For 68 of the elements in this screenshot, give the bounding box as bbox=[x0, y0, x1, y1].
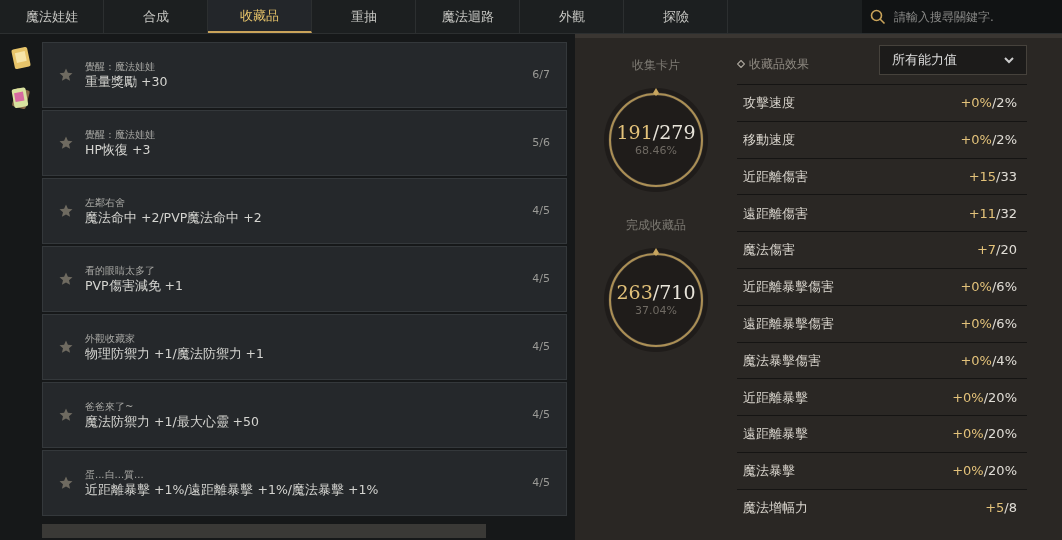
collection-card[interactable]: 爸爸來了~ 魔法防禦力 +1/最大心靈 +50 4/5 bbox=[42, 382, 567, 448]
stat-value: +0%/20% bbox=[952, 425, 1017, 444]
collection-title: 覺醒 : 魔法娃娃 bbox=[85, 60, 156, 74]
stat-name: 攻擊速度 bbox=[743, 94, 795, 113]
stat-name: 魔法傷害 bbox=[743, 241, 795, 260]
stat-name: 遠距離暴擊傷害 bbox=[743, 314, 834, 333]
stat-name: 魔法暴擊 bbox=[743, 462, 795, 481]
stat-name: 遠距離暴擊 bbox=[743, 425, 808, 444]
stat-name: 魔法暴擊傷害 bbox=[743, 351, 821, 370]
collection-effect: 近距離暴擊 +1%/遠距離暴擊 +1%/魔法暴擊 +1% bbox=[85, 482, 380, 498]
stat-value: +7/20 bbox=[976, 241, 1017, 260]
search-field[interactable]: 請輸入搜尋關鍵字. bbox=[862, 0, 1062, 33]
stat-value: +0%/20% bbox=[952, 462, 1017, 481]
collection-effect: 物理防禦力 +1/魔法防禦力 +1 bbox=[85, 346, 265, 362]
stat-value: +0%/2% bbox=[960, 94, 1017, 113]
progress-count: 6/7 bbox=[532, 66, 550, 83]
filter-dropdown[interactable]: 所有能力值 bbox=[879, 45, 1027, 75]
collection-effect: 魔法命中 +2/PVP魔法命中 +2 bbox=[85, 210, 263, 226]
collection-effect: PVP傷害減免 +1 bbox=[85, 278, 185, 294]
summary-label: 收集卡片 bbox=[632, 57, 680, 74]
stat-value: +0%/6% bbox=[960, 314, 1017, 333]
collection-card[interactable]: 覺醒 : 魔法娃娃 重量獎勵 +30 6/7 bbox=[42, 42, 567, 108]
stat-name: 近距離暴擊 bbox=[743, 388, 808, 407]
stat-name: 近距離暴擊傷害 bbox=[743, 278, 834, 297]
stat-name: 近距離傷害 bbox=[743, 167, 808, 186]
tab[interactable]: 外觀 bbox=[520, 0, 624, 33]
summary-percent: 68.46% bbox=[635, 142, 677, 159]
progress-count: 4/5 bbox=[532, 270, 550, 287]
stat-value: +11/32 bbox=[968, 204, 1017, 223]
tab[interactable]: 收藏品 bbox=[208, 0, 312, 33]
progress-count: 4/5 bbox=[532, 338, 550, 355]
stat-value: +0%/20% bbox=[952, 388, 1017, 407]
summary-label: 完成收藏品 bbox=[626, 217, 686, 234]
stat-value: +0%/2% bbox=[960, 130, 1017, 149]
search-input[interactable]: 請輸入搜尋關鍵字. bbox=[894, 7, 1054, 26]
section-title: 收藏品效果 bbox=[749, 56, 809, 73]
summary-count: 191/279 bbox=[616, 120, 696, 143]
collection-card[interactable]: 左鄰右舍 魔法命中 +2/PVP魔法命中 +2 4/5 bbox=[42, 178, 567, 244]
collection-effect: HP恢復 +3 bbox=[85, 142, 152, 158]
collection-title: 看的眼睛太多了 bbox=[85, 264, 156, 278]
collection-title: 外觀收藏家 bbox=[85, 332, 136, 346]
collection-title: 左鄰右舍 bbox=[85, 196, 126, 210]
collection-title: 爸爸來了~ bbox=[85, 400, 135, 414]
summary-count: 263/710 bbox=[616, 280, 696, 303]
stat-value: +0%/6% bbox=[960, 278, 1017, 297]
collection-card[interactable]: 蛋...白...質... 近距離暴擊 +1%/遠距離暴擊 +1%/魔法暴擊 +1% 4/5 bbox=[42, 450, 567, 516]
progress-count: 5/6 bbox=[532, 134, 550, 151]
tab[interactable]: 重抽 bbox=[312, 0, 416, 33]
progress-count: 4/5 bbox=[532, 202, 550, 219]
tab[interactable]: 魔法娃娃 bbox=[0, 0, 104, 33]
progress-count: 4/5 bbox=[532, 406, 550, 423]
collection-card[interactable]: 覺醒 : 魔法娃娃 HP恢復 +3 5/6 bbox=[42, 110, 567, 176]
stat-value: +15/33 bbox=[968, 167, 1017, 186]
progress-count: 4/5 bbox=[532, 474, 550, 491]
stat-name: 移動速度 bbox=[743, 130, 795, 149]
tab[interactable]: 探險 bbox=[624, 0, 728, 33]
stat-value: +0%/4% bbox=[960, 351, 1017, 370]
collection-effect: 重量獎勵 +30 bbox=[85, 74, 169, 90]
collection-title: 覺醒 : 魔法娃娃 bbox=[85, 128, 156, 142]
tab[interactable]: 魔法迴路 bbox=[416, 0, 520, 33]
stat-name: 遠距離傷害 bbox=[743, 204, 808, 223]
collection-card[interactable]: 外觀收藏家 物理防禦力 +1/魔法防禦力 +1 4/5 bbox=[42, 314, 567, 380]
stat-name: 魔法增幅力 bbox=[743, 498, 808, 517]
collection-title: 蛋...白...質... bbox=[85, 468, 145, 482]
collection-effect: 魔法防禦力 +1/最大心靈 +50 bbox=[85, 414, 260, 430]
summary-percent: 37.04% bbox=[635, 302, 677, 319]
stat-value: +5/8 bbox=[985, 498, 1017, 517]
collection-card[interactable]: 看的眼睛太多了 PVP傷害減免 +1 4/5 bbox=[42, 246, 567, 312]
